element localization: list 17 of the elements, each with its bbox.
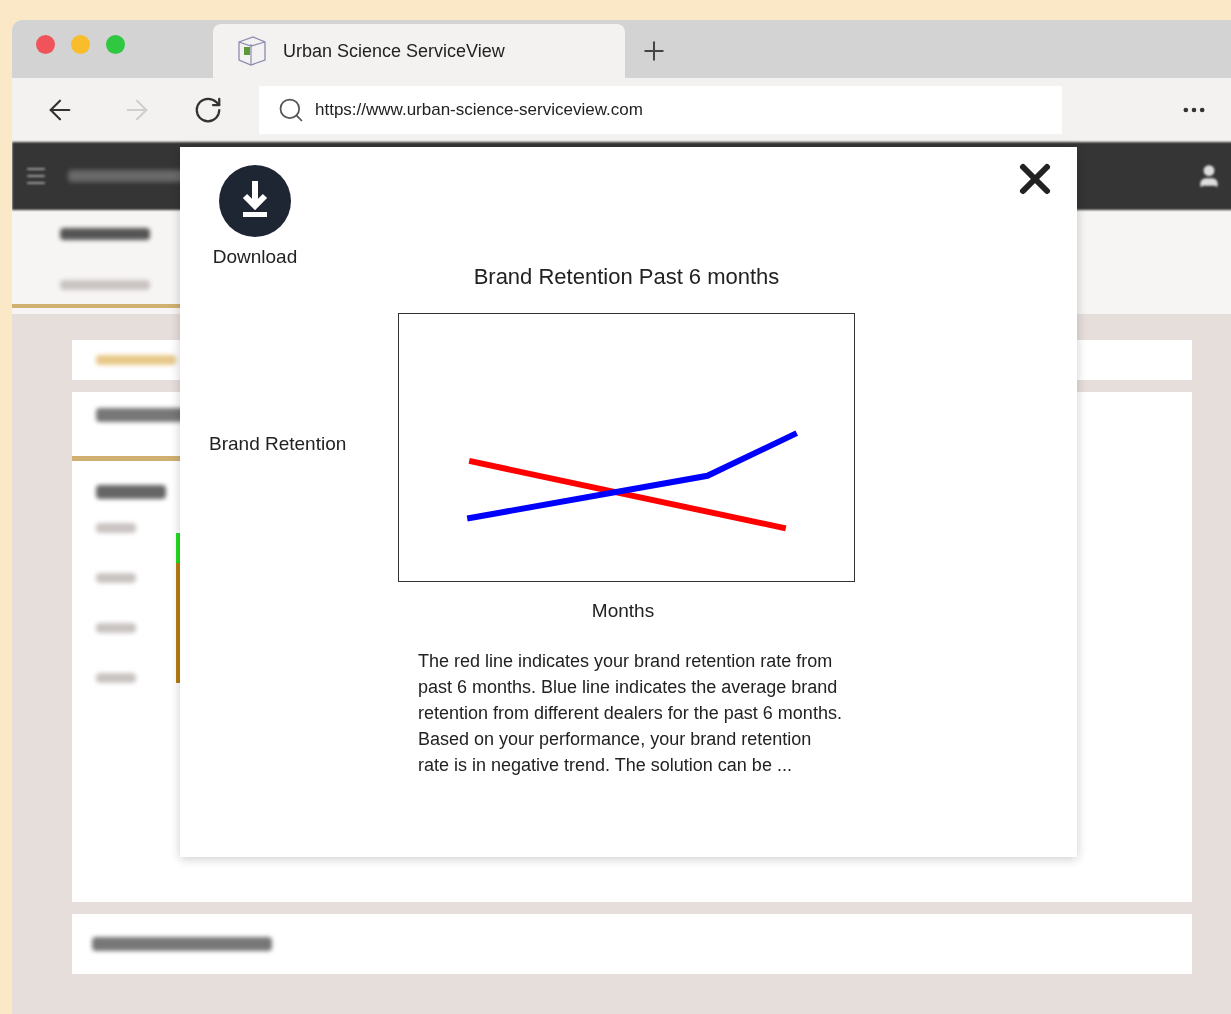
download-button[interactable]: Download	[205, 165, 305, 272]
blurred-text	[96, 573, 136, 583]
x-axis-label: Months	[590, 599, 656, 623]
blurred-text	[96, 485, 166, 499]
blurred-text	[96, 523, 136, 533]
address-bar[interactable]: https://www.urban-science-serviceview.com	[259, 86, 1062, 134]
reload-icon[interactable]	[193, 95, 223, 125]
y-axis-label: Brand Retention	[209, 431, 348, 456]
browser-tab[interactable]: Urban Science ServiceView	[213, 24, 625, 78]
blurred-text	[96, 673, 136, 683]
blurred-text	[96, 623, 136, 633]
search-icon	[277, 96, 305, 124]
url-text: https://www.urban-science-serviceview.com	[315, 99, 643, 122]
chart-title: Brand Retention Past 6 months	[472, 263, 781, 291]
chart-description: The red line indicates your brand retention rate from past 6 months. Blue line indicates the average brand retention from different dealers for the past 6 months. Based on your performance, your brand retention rate is in negative trend. The solution can be ...	[418, 649, 843, 777]
download-icon	[219, 165, 291, 237]
tab-title: Urban Science ServiceView	[283, 39, 505, 63]
